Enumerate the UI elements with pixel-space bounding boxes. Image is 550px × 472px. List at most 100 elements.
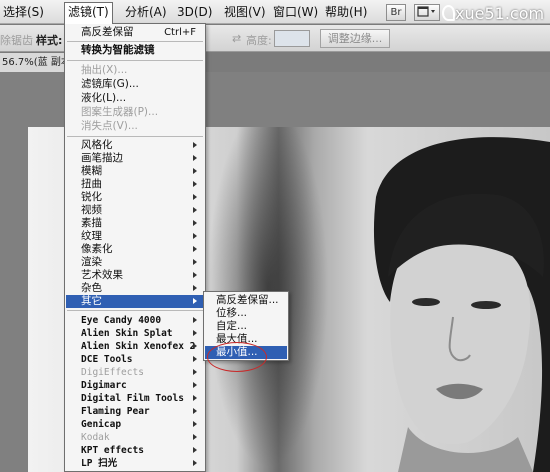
menu-item-vanishing-point: 消失点(V)... bbox=[81, 120, 138, 132]
menu-item-label: Alien Skin Splat bbox=[81, 328, 173, 339]
submenu-arrow-icon bbox=[193, 246, 197, 252]
menu-item-last-filter[interactable]: 高反差保留 Ctrl+F bbox=[66, 26, 204, 39]
submenu-arrow-icon bbox=[193, 434, 197, 440]
menu-item-digimarc[interactable]: Digimarc bbox=[66, 379, 204, 392]
menu-separator bbox=[67, 60, 203, 61]
menu-item-label: Genicap bbox=[81, 419, 122, 430]
submenu-arrow-icon bbox=[193, 343, 197, 349]
submenu-arrow-icon bbox=[193, 330, 197, 336]
menu-item-brush-strokes[interactable]: 画笔描边 bbox=[66, 152, 204, 165]
submenu-arrow-icon bbox=[193, 382, 197, 388]
anti-alias-label[interactable]: 除锯齿 bbox=[0, 32, 33, 48]
submenu-item-high-pass[interactable]: 高反差保留... bbox=[205, 294, 287, 307]
screen-mode-button[interactable] bbox=[414, 4, 440, 21]
menu-item-label: Eye Candy 4000 bbox=[81, 315, 162, 326]
submenu-item-offset[interactable]: 位移... bbox=[205, 307, 287, 320]
menu-item-alien-skin-xenofex[interactable]: Alien Skin Xenofex 2 bbox=[66, 340, 204, 353]
menu-item-label: Alien Skin Xenofex 2 bbox=[81, 341, 196, 352]
menu-item-sketch[interactable]: 素描 bbox=[66, 217, 204, 230]
menu-item-label: Flaming Pear bbox=[81, 406, 150, 417]
menu-item-label: 杂色 bbox=[81, 282, 102, 294]
menu-item-kodak: Kodak bbox=[66, 431, 204, 444]
style-label: 样式: bbox=[36, 34, 63, 47]
menu-item-kpt-effects[interactable]: KPT effects bbox=[66, 444, 204, 457]
submenu-arrow-icon bbox=[193, 395, 197, 401]
menu-item-label: 渲染 bbox=[81, 256, 102, 268]
menu-item-label: Digital Film Tools bbox=[81, 393, 184, 404]
menu-item-label: 艺术效果 bbox=[81, 269, 123, 281]
submenu-arrow-icon bbox=[193, 207, 197, 213]
menu-item-texture[interactable]: 纹理 bbox=[66, 230, 204, 243]
height-label: 高度: bbox=[246, 34, 272, 47]
menu-item-eye-candy[interactable]: Eye Candy 4000 bbox=[66, 314, 204, 327]
menu-item-label: DCE Tools bbox=[81, 354, 133, 365]
menu-filter[interactable]: 滤镜(T) bbox=[64, 2, 113, 24]
menu-item-filter-gallery[interactable]: 滤镜库(G)... bbox=[66, 78, 204, 91]
menu-item-video[interactable]: 视频 bbox=[66, 204, 204, 217]
menu-item-other[interactable]: 其它 bbox=[66, 295, 204, 308]
bridge-button[interactable]: Br bbox=[386, 4, 406, 21]
menu-item-alien-skin-splat[interactable]: Alien Skin Splat bbox=[66, 327, 204, 340]
menu-item-genicap[interactable]: Genicap bbox=[66, 418, 204, 431]
menu-separator bbox=[67, 41, 203, 42]
submenu-arrow-icon bbox=[193, 285, 197, 291]
menu-item-label: 像素化 bbox=[81, 243, 113, 255]
menu-item-extract: 抽出(X)... bbox=[81, 64, 128, 76]
menu-item-digital-film-tools[interactable]: Digital Film Tools bbox=[66, 392, 204, 405]
menu-item-sharpen[interactable]: 锐化 bbox=[66, 191, 204, 204]
menu-item-noise[interactable]: 杂色 bbox=[66, 282, 204, 295]
menu-item-label: 锐化 bbox=[81, 191, 102, 203]
menu-item-label: LP 扫光 bbox=[81, 458, 118, 469]
watermark: xue51.com bbox=[455, 4, 545, 23]
submenu-arrow-icon bbox=[193, 181, 197, 187]
submenu-arrow-icon bbox=[193, 317, 197, 323]
menu-item-artistic[interactable]: 艺术效果 bbox=[66, 269, 204, 282]
menu-item-liquify[interactable]: 液化(L)... bbox=[66, 92, 204, 105]
menu-item-distort[interactable]: 扭曲 bbox=[66, 178, 204, 191]
menu-item-label: 画笔描边 bbox=[81, 152, 123, 164]
submenu-item-custom[interactable]: 自定... bbox=[205, 320, 287, 333]
menu-item-label: 风格化 bbox=[81, 139, 113, 151]
menu-view[interactable]: 视图(V) bbox=[221, 4, 269, 21]
swap-icon[interactable]: ⇄ bbox=[232, 32, 241, 45]
menu-select[interactable]: 选择(S) bbox=[0, 4, 47, 21]
submenu-arrow-icon bbox=[193, 369, 197, 375]
submenu-arrow-icon bbox=[193, 142, 197, 148]
menu-item-label: 素描 bbox=[81, 217, 102, 229]
menu-item-convert-smart-filter[interactable]: 转换为智能滤镜 bbox=[66, 44, 204, 57]
refine-edge-button[interactable]: 调整边缘... bbox=[320, 29, 390, 48]
menu-item-dce-tools[interactable]: DCE Tools bbox=[66, 353, 204, 366]
menu-item-flaming-pear[interactable]: Flaming Pear bbox=[66, 405, 204, 418]
submenu-arrow-icon bbox=[193, 259, 197, 265]
height-field[interactable] bbox=[274, 30, 310, 47]
menu-item-label: KPT effects bbox=[81, 445, 144, 456]
menu-item-label: 高反差保留 bbox=[81, 26, 134, 38]
menu-help[interactable]: 帮助(H) bbox=[322, 4, 370, 21]
menu-item-render[interactable]: 渲染 bbox=[66, 256, 204, 269]
menu-3d[interactable]: 3D(D) bbox=[174, 4, 215, 21]
submenu-arrow-icon bbox=[193, 220, 197, 226]
menu-analysis[interactable]: 分析(A) bbox=[122, 4, 170, 21]
menu-item-blur[interactable]: 模糊 bbox=[66, 165, 204, 178]
menu-item-stylize[interactable]: 风格化 bbox=[66, 139, 204, 152]
menu-item-label: 纹理 bbox=[81, 230, 102, 242]
menu-item-shortcut: Ctrl+F bbox=[164, 27, 196, 38]
menu-item-label: 其它 bbox=[81, 295, 102, 307]
submenu-arrow-icon bbox=[193, 421, 197, 427]
menu-separator bbox=[67, 136, 203, 137]
submenu-arrow-icon bbox=[193, 155, 197, 161]
submenu-arrow-icon bbox=[193, 447, 197, 453]
menu-window[interactable]: 窗口(W) bbox=[270, 4, 321, 21]
submenu-arrow-icon bbox=[193, 356, 197, 362]
menu-item-pattern-maker: 图案生成器(P)... bbox=[81, 106, 159, 118]
menu-item-lp-sweep[interactable]: LP 扫光 bbox=[66, 457, 204, 470]
annotation-circle bbox=[207, 342, 267, 372]
submenu-arrow-icon bbox=[193, 298, 197, 304]
submenu-arrow-icon bbox=[193, 168, 197, 174]
menu-item-label: Digimarc bbox=[81, 380, 127, 391]
menu-item-pixelate[interactable]: 像素化 bbox=[66, 243, 204, 256]
submenu-arrow-icon bbox=[193, 194, 197, 200]
watermark-logo-icon bbox=[442, 5, 455, 21]
menu-item-label: 模糊 bbox=[81, 165, 102, 177]
submenu-arrow-icon bbox=[193, 408, 197, 414]
